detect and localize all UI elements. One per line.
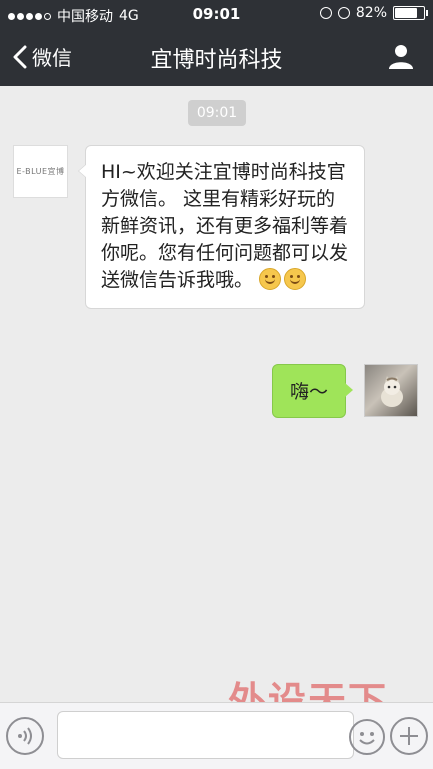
nav-bar: 微信 宜博时尚科技 [0,28,433,86]
rotation-lock-icon [319,7,332,19]
message-timestamp: 09:01 [188,100,246,126]
battery-icon [393,6,428,20]
input-bar [0,702,433,769]
smile-emoji-icon [259,268,282,290]
chat-title: 宜博时尚科技 [150,48,283,73]
brand-avatar[interactable]: E-BLUE宜博 [13,145,68,198]
user-avatar[interactable] [364,364,418,417]
battery-percent: 82% [355,5,387,21]
smile-emoji-icon [284,268,307,290]
incoming-message-text: HI~欢迎关注宜博时尚科技官方微信。 这里有精彩好玩的新鲜资讯，还有更多福利等着… [101,161,349,291]
outgoing-message-text: 嗨～ [289,381,328,403]
cat-avatar-image [381,376,403,407]
emoji-icon[interactable] [349,719,385,755]
voice-icon[interactable] [6,717,44,755]
status-right: 82% [319,5,428,21]
status-bar: 中国移动 4G 09:01 82% [0,0,433,28]
plus-icon[interactable] [390,717,428,755]
chat-area[interactable]: 09:01 E-BLUE宜博 HI~欢迎关注宜博时尚科技官方微信。 这里有精彩好… [0,86,433,702]
message-input[interactable] [57,711,354,759]
alarm-icon [337,7,350,19]
incoming-message[interactable]: HI~欢迎关注宜博时尚科技官方微信。 这里有精彩好玩的新鲜资讯，还有更多福利等着… [78,145,365,309]
person-icon[interactable] [387,42,415,70]
outgoing-message[interactable]: 嗨～ [272,364,353,418]
